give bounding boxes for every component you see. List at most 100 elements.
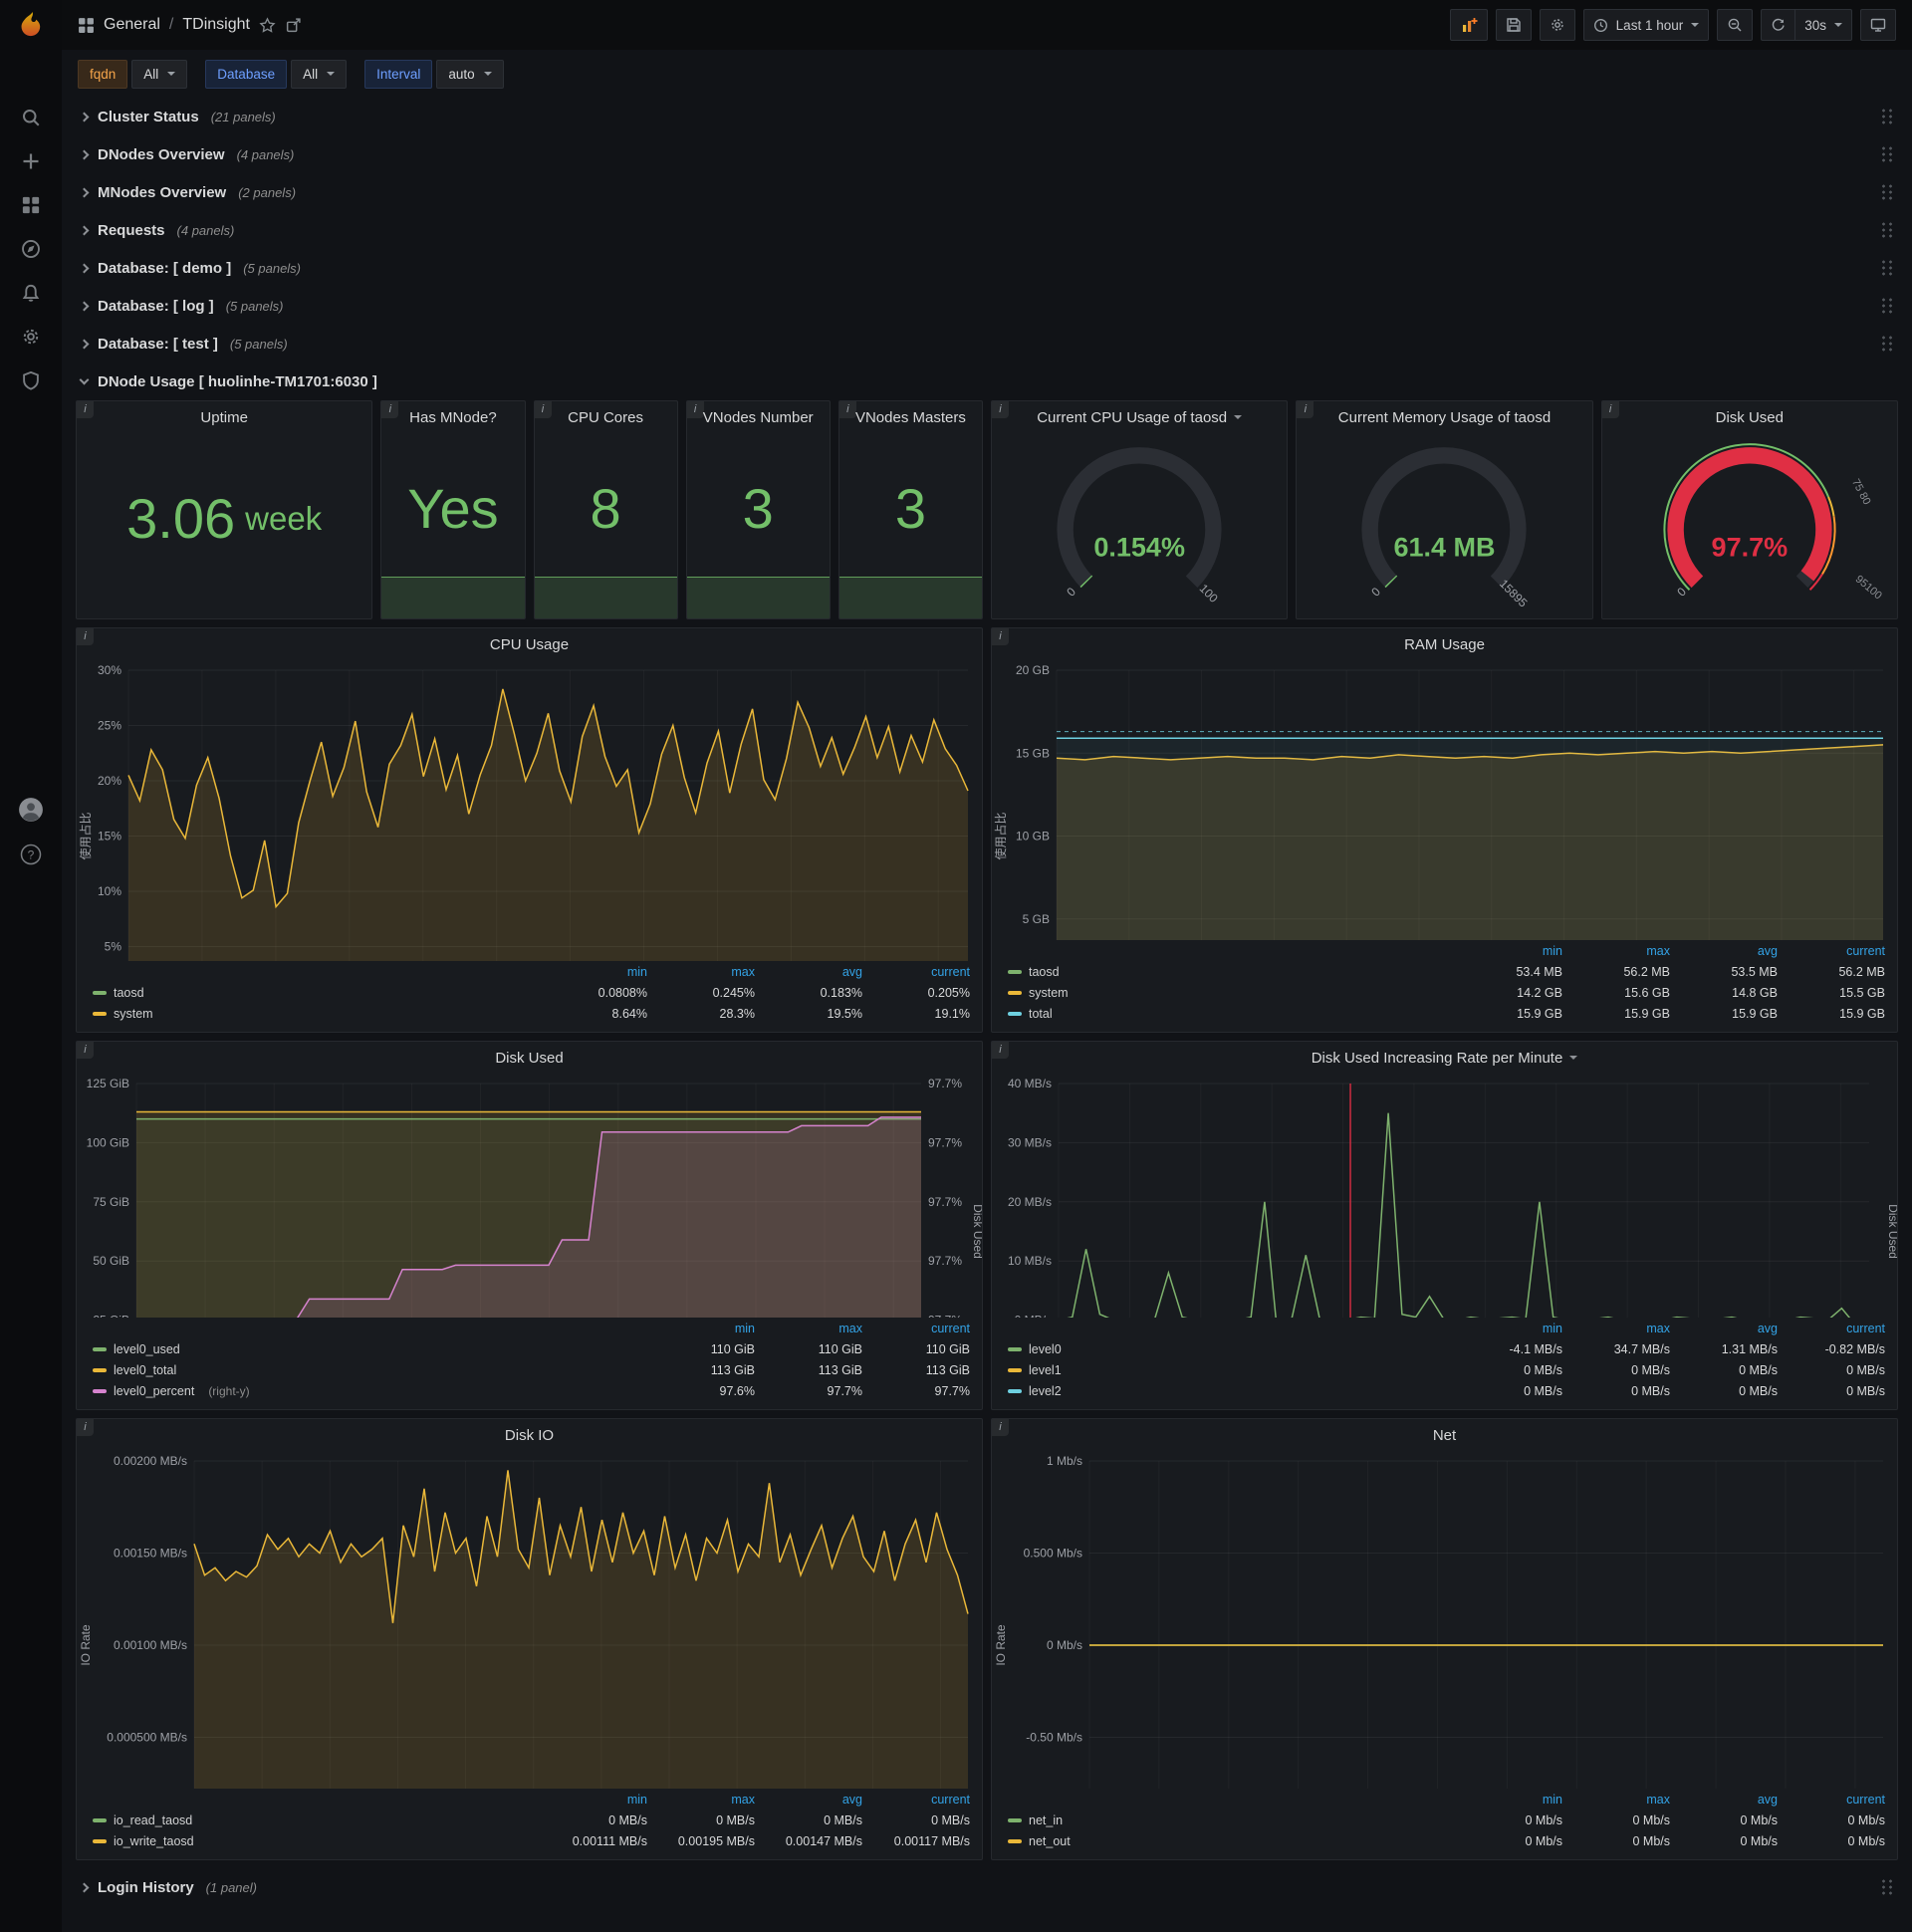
row-drag-handle[interactable] xyxy=(1880,221,1894,239)
panel-title[interactable]: Current Memory Usage of taosd xyxy=(1297,401,1591,433)
server-admin-shield-icon[interactable] xyxy=(21,370,41,390)
row-drag-handle[interactable] xyxy=(1880,1878,1894,1896)
row-drag-handle[interactable] xyxy=(1880,335,1894,353)
panel-info-icon[interactable]: i xyxy=(534,401,552,418)
legend-series-name[interactable]: net_in xyxy=(1008,1813,1063,1827)
row-drag-handle[interactable] xyxy=(1880,297,1894,315)
row-mnodes-overview[interactable]: MNodes Overview (2 panels) xyxy=(76,173,1898,211)
panel-info-icon[interactable]: i xyxy=(381,401,399,418)
row-dnode-usage[interactable]: DNode Usage [ huolinhe-TM1701:6030 ] xyxy=(76,362,1898,400)
legend-series-name[interactable]: level0 xyxy=(1008,1342,1062,1356)
net-chart[interactable]: -1 Mb/s-0.50 Mb/s0 Mb/s0.500 Mb/s1 Mb/s0… xyxy=(992,1451,1897,1789)
legend-column-header[interactable]: current xyxy=(862,1322,970,1335)
panel-info-icon[interactable]: i xyxy=(77,401,94,418)
legend-column-header[interactable]: min xyxy=(1455,1322,1562,1335)
legend-column-header[interactable]: max xyxy=(1562,944,1670,958)
legend-series-name[interactable]: taosd xyxy=(1008,965,1060,979)
time-range-picker[interactable]: Last 1 hour xyxy=(1582,9,1710,41)
variable-fqdn-value[interactable]: All xyxy=(131,59,188,89)
legend-series-name[interactable]: level0_percent (right-y) xyxy=(93,1384,250,1398)
legend-series-name[interactable]: level2 xyxy=(1008,1384,1062,1398)
breadcrumb-dashboard-title[interactable]: TDinsight xyxy=(182,16,250,34)
variable-database-value[interactable]: All xyxy=(291,59,348,89)
panel-title[interactable]: Disk Used xyxy=(1602,401,1897,433)
panel-info-icon[interactable]: i xyxy=(992,1042,1009,1059)
legend-series-name[interactable]: io_read_taosd xyxy=(93,1813,192,1827)
legend-series-name[interactable]: net_out xyxy=(1008,1834,1071,1848)
legend-series-name[interactable]: level0_total xyxy=(93,1363,176,1377)
row-database-log[interactable]: Database: [ log ] (5 panels) xyxy=(76,287,1898,325)
panel-title[interactable]: Disk IO xyxy=(77,1419,982,1451)
row-drag-handle[interactable] xyxy=(1880,145,1894,163)
legend-series-name[interactable]: total xyxy=(1008,1007,1053,1021)
panel-title[interactable]: Disk Used xyxy=(77,1042,982,1074)
disk-rate-chart[interactable]: -10 MB/s0 MB/s10 MB/s20 MB/s30 MB/s40 MB… xyxy=(992,1074,1897,1318)
legend-column-header[interactable]: min xyxy=(1455,1793,1562,1807)
panel-info-icon[interactable]: i xyxy=(77,1419,94,1436)
variable-interval-value[interactable]: auto xyxy=(436,59,504,89)
save-dashboard-button[interactable] xyxy=(1495,9,1532,41)
legend-series-name[interactable]: level0_used xyxy=(93,1342,180,1356)
panel-info-icon[interactable]: i xyxy=(992,401,1009,418)
row-drag-handle[interactable] xyxy=(1880,108,1894,125)
legend-column-header[interactable]: current xyxy=(1778,1793,1885,1807)
panel-title[interactable]: Current CPU Usage of taosd xyxy=(992,401,1287,433)
legend-column-header[interactable]: max xyxy=(1562,1322,1670,1335)
help-icon[interactable]: ? xyxy=(19,843,43,866)
legend-column-header[interactable]: avg xyxy=(1670,944,1778,958)
panel-title[interactable]: Has MNode? xyxy=(381,401,524,433)
dashboards-icon[interactable] xyxy=(21,195,41,215)
explore-compass-icon[interactable] xyxy=(21,239,41,259)
user-avatar[interactable] xyxy=(18,797,44,823)
legend-series-name[interactable]: system xyxy=(93,1007,153,1021)
panel-title[interactable]: VNodes Number xyxy=(687,401,830,433)
panel-info-icon[interactable]: i xyxy=(686,401,704,418)
star-icon[interactable] xyxy=(259,16,276,34)
add-panel-button[interactable] xyxy=(1449,9,1488,41)
search-icon[interactable] xyxy=(21,108,41,127)
panel-title[interactable]: Uptime xyxy=(77,401,371,433)
panel-info-icon[interactable]: i xyxy=(77,628,94,645)
cycle-view-mode-button[interactable] xyxy=(1860,9,1896,41)
panel-info-icon[interactable]: i xyxy=(1601,401,1619,418)
cpu-usage-chart[interactable]: 0%5%10%15%20%25%30%01:0001:0501:1001:150… xyxy=(77,660,982,961)
refresh-interval-picker[interactable]: 30s xyxy=(1794,9,1852,41)
breadcrumb-folder[interactable]: General xyxy=(104,16,160,34)
grafana-logo-icon[interactable] xyxy=(15,10,47,42)
row-drag-handle[interactable] xyxy=(1880,183,1894,201)
row-cluster-status[interactable]: Cluster Status (21 panels) xyxy=(76,98,1898,135)
row-login-history[interactable]: Login History (1 panel) xyxy=(76,1868,1898,1906)
panel-title[interactable]: Disk Used Increasing Rate per Minute xyxy=(992,1042,1897,1074)
legend-column-header[interactable]: current xyxy=(1778,944,1885,958)
legend-column-header[interactable]: max xyxy=(755,1322,862,1335)
legend-column-header[interactable]: max xyxy=(1562,1793,1670,1807)
row-database-test[interactable]: Database: [ test ] (5 panels) xyxy=(76,325,1898,362)
disk-used-chart[interactable]: 0 GiB25 GiB50 GiB75 GiB100 GiB125 GiB97.… xyxy=(77,1074,982,1318)
zoom-out-time-button[interactable] xyxy=(1717,9,1754,41)
legend-column-header[interactable]: current xyxy=(1778,1322,1885,1335)
legend-series-name[interactable]: system xyxy=(1008,986,1069,1000)
ram-usage-chart[interactable]: 0 MB5 GB10 GB15 GB20 GB01:0001:0501:1001… xyxy=(992,660,1897,940)
dashboard-settings-button[interactable] xyxy=(1539,9,1575,41)
legend-series-name[interactable]: level1 xyxy=(1008,1363,1062,1377)
alerting-bell-icon[interactable] xyxy=(21,283,41,303)
legend-column-header[interactable]: current xyxy=(862,965,970,979)
row-requests[interactable]: Requests (4 panels) xyxy=(76,211,1898,249)
disk-io-chart[interactable]: 0 MB/s0.000500 MB/s0.00100 MB/s0.00150 M… xyxy=(77,1451,982,1789)
panel-info-icon[interactable]: i xyxy=(1297,401,1314,418)
panel-title[interactable]: CPU Cores xyxy=(535,401,677,433)
share-icon[interactable] xyxy=(285,17,302,34)
legend-column-header[interactable]: min xyxy=(647,1322,755,1335)
legend-column-header[interactable]: max xyxy=(647,1793,755,1807)
panel-info-icon[interactable]: i xyxy=(838,401,856,418)
legend-series-name[interactable]: io_write_taosd xyxy=(93,1834,194,1848)
row-drag-handle[interactable] xyxy=(1880,259,1894,277)
panel-info-icon[interactable]: i xyxy=(992,628,1009,645)
refresh-button[interactable] xyxy=(1761,9,1795,41)
legend-column-header[interactable]: avg xyxy=(755,1793,862,1807)
panel-title[interactable]: CPU Usage xyxy=(77,628,982,660)
legend-column-header[interactable]: avg xyxy=(1670,1322,1778,1335)
legend-series-name[interactable]: taosd xyxy=(93,986,144,1000)
row-dnodes-overview[interactable]: DNodes Overview (4 panels) xyxy=(76,135,1898,173)
panel-title[interactable]: VNodes Masters xyxy=(839,401,982,433)
